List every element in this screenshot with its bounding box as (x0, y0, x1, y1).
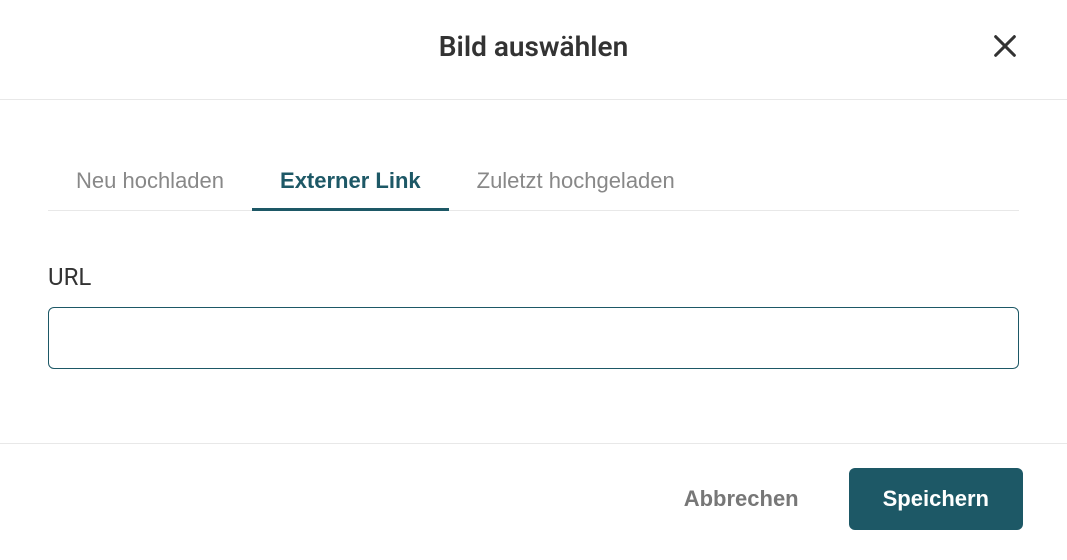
url-input[interactable] (48, 307, 1019, 369)
close-icon (991, 32, 1019, 60)
tab-upload[interactable]: Neu hochladen (48, 154, 252, 210)
dialog-title: Bild auswählen (0, 30, 1067, 63)
dialog-header: Bild auswählen (0, 0, 1067, 100)
url-label: URL (48, 263, 1019, 291)
url-form-group: URL (48, 263, 1019, 369)
cancel-button[interactable]: Abbrechen (682, 476, 801, 522)
tab-external-link[interactable]: Externer Link (252, 154, 449, 210)
tab-bar: Neu hochladen Externer Link Zuletzt hoch… (48, 154, 1019, 211)
image-select-dialog: Bild auswählen Neu hochladen Externer Li… (0, 0, 1067, 560)
dialog-content: Neu hochladen Externer Link Zuletzt hoch… (0, 100, 1067, 443)
close-button[interactable] (987, 28, 1023, 64)
save-button[interactable]: Speichern (849, 468, 1023, 530)
tab-recent[interactable]: Zuletzt hochgeladen (449, 154, 703, 210)
dialog-footer: Abbrechen Speichern (0, 443, 1067, 560)
